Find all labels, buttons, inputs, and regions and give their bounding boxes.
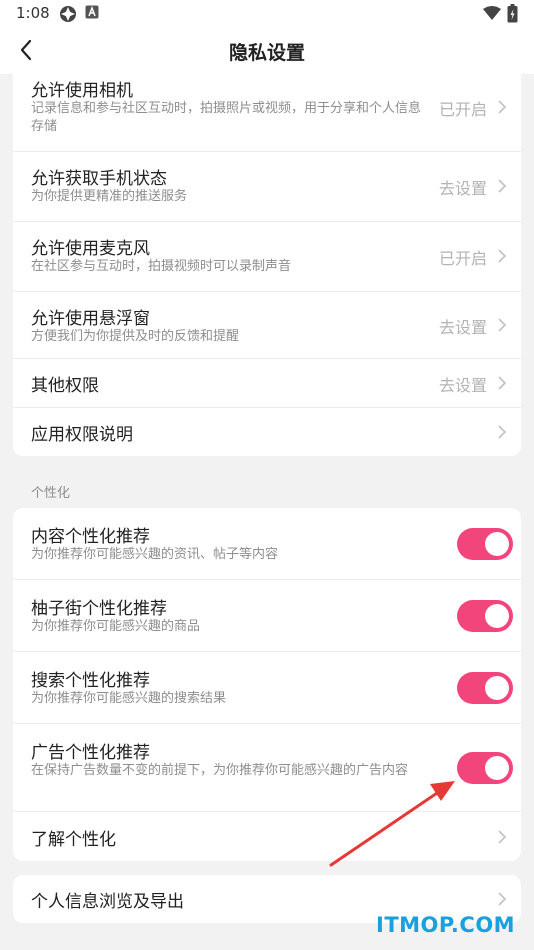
watermark: ITMOP.COM <box>376 913 516 937</box>
annotation-arrow-icon <box>329 781 455 867</box>
